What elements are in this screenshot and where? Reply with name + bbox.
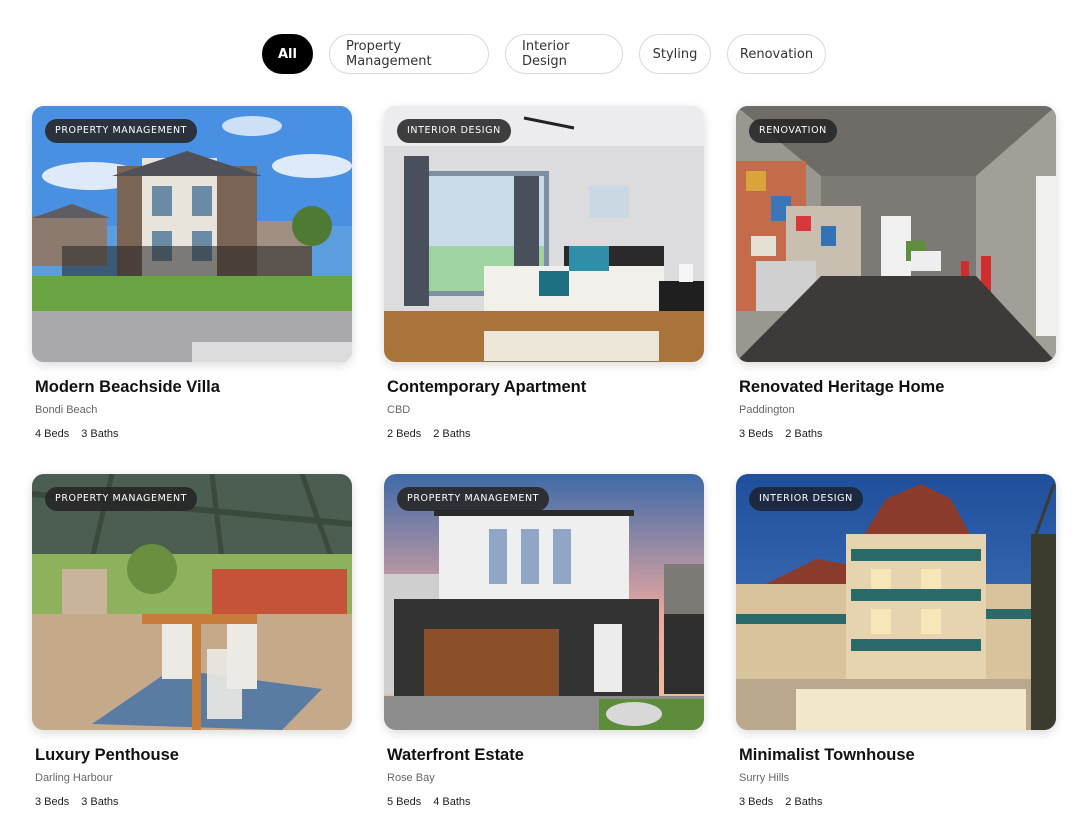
property-title[interactable]: Renovated Heritage Home	[739, 378, 944, 397]
category-badge: Property Management	[45, 119, 198, 143]
filter-bar: All Property Management Interior Design …	[262, 34, 826, 74]
property-photo-image	[384, 474, 704, 730]
property-location: Bondi Beach	[35, 404, 98, 416]
property-photo: Interior Design	[736, 474, 1056, 730]
beds-count: 5 Beds	[387, 796, 422, 808]
property-specs: 3 Beds 3 Baths	[35, 796, 119, 808]
property-title[interactable]: Contemporary Apartment	[387, 378, 586, 397]
beds-count: 3 Beds	[35, 796, 70, 808]
filter-all-button[interactable]: All	[262, 34, 313, 74]
category-badge: Interior Design	[397, 119, 511, 143]
property-photo: Property Management	[32, 106, 352, 362]
baths-count: 3 Baths	[81, 796, 119, 808]
property-photo-image	[32, 474, 352, 730]
property-specs: 2 Beds 2 Baths	[387, 428, 471, 440]
beds-count: 2 Beds	[387, 428, 422, 440]
property-card[interactable]: Interior Design Minimalist Townhouse Sur…	[736, 474, 1056, 808]
beds-count: 3 Beds	[739, 428, 774, 440]
category-badge: Renovation	[749, 119, 837, 143]
baths-count: 4 Baths	[433, 796, 471, 808]
category-badge: Interior Design	[749, 487, 863, 511]
beds-count: 3 Beds	[739, 796, 774, 808]
property-card[interactable]: Interior Design Contemporary Apartment C…	[384, 106, 704, 440]
property-location: Surry Hills	[739, 772, 790, 784]
property-location: Paddington	[739, 404, 795, 416]
property-card[interactable]: Property Management Modern Beachside Vil…	[32, 106, 352, 440]
property-photo-image	[736, 474, 1056, 730]
filter-styling-button[interactable]: Styling	[639, 34, 711, 74]
property-card[interactable]: Property Management Luxury Penthouse Dar…	[32, 474, 352, 808]
property-card[interactable]: Renovation Renovated Heritage Home Paddi…	[736, 106, 1056, 440]
baths-count: 2 Baths	[785, 428, 823, 440]
baths-count: 2 Baths	[433, 428, 471, 440]
property-location: Rose Bay	[387, 772, 435, 784]
category-badge: Property Management	[397, 487, 550, 511]
property-title[interactable]: Waterfront Estate	[387, 746, 524, 765]
filter-property-management-button[interactable]: Property Management	[329, 34, 489, 74]
property-location: CBD	[387, 404, 411, 416]
property-card[interactable]: Property Management Waterfront Estate Ro…	[384, 474, 704, 808]
property-photo: Property Management	[384, 474, 704, 730]
filter-interior-design-button[interactable]: Interior Design	[505, 34, 623, 74]
property-grid: Property Management Modern Beachside Vil…	[32, 106, 1056, 808]
baths-count: 3 Baths	[81, 428, 119, 440]
property-photo-image	[32, 106, 352, 362]
property-location: Darling Harbour	[35, 772, 113, 784]
property-specs: 4 Beds 3 Baths	[35, 428, 119, 440]
property-photo: Renovation	[736, 106, 1056, 362]
beds-count: 4 Beds	[35, 428, 70, 440]
category-badge: Property Management	[45, 487, 198, 511]
baths-count: 2 Baths	[785, 796, 823, 808]
property-photo: Property Management	[32, 474, 352, 730]
filter-renovation-button[interactable]: Renovation	[727, 34, 826, 74]
property-specs: 5 Beds 4 Baths	[387, 796, 471, 808]
property-photo-image	[736, 106, 1056, 362]
property-specs: 3 Beds 2 Baths	[739, 428, 823, 440]
property-photo-image	[384, 106, 704, 362]
property-title[interactable]: Luxury Penthouse	[35, 746, 179, 765]
property-title[interactable]: Minimalist Townhouse	[739, 746, 915, 765]
property-specs: 3 Beds 2 Baths	[739, 796, 823, 808]
property-photo: Interior Design	[384, 106, 704, 362]
property-title[interactable]: Modern Beachside Villa	[35, 378, 220, 397]
